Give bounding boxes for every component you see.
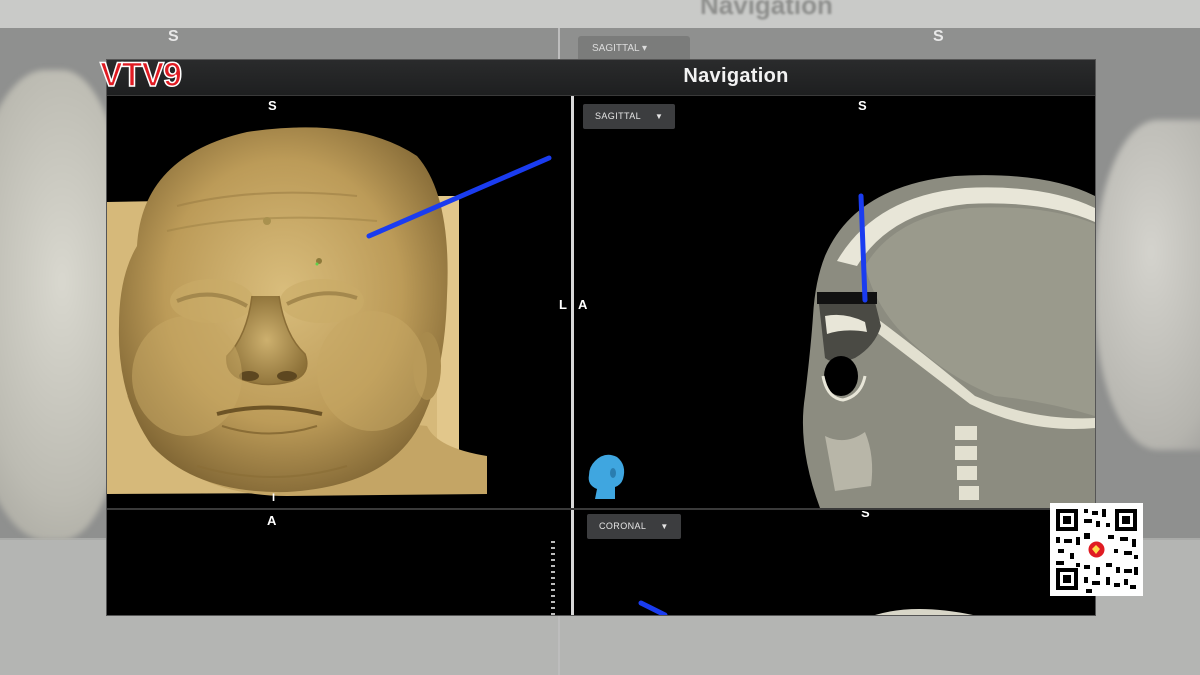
probe-line-3d: [366, 155, 552, 239]
orient-left-3d: L: [559, 297, 567, 312]
bg-superior-label-2: S: [933, 28, 944, 45]
horizontal-divider[interactable]: [107, 508, 1095, 510]
orient-superior-3d: S: [268, 98, 277, 113]
vtv9-logo: VTV9: [99, 55, 183, 94]
bg-ghost-dropdown-label: SAGITTAL: [592, 43, 640, 54]
orient-anterior-bottom: A: [267, 513, 277, 528]
bg-superior-label-1: S: [168, 28, 179, 45]
orient-inferior-3d: I: [272, 492, 276, 504]
view-sagittal[interactable]: SAGITTAL ▼ S A: [575, 96, 1095, 508]
qr-code-icon: [1050, 503, 1143, 596]
view-coronal[interactable]: CORONAL ▼ S: [575, 511, 1095, 615]
head-orientation-icon[interactable]: [585, 451, 629, 503]
bg-skull-ghost: [1095, 120, 1200, 450]
scale-ticks: [551, 541, 555, 615]
coronal-ct-image: [638, 600, 973, 615]
vertical-divider[interactable]: [571, 96, 574, 615]
bg-top-strip: [0, 0, 1200, 28]
probe-line-coronal: [638, 600, 668, 615]
navigation-screen: Navigation S L I SAGITTAL ▼ S A A CORONA…: [107, 60, 1095, 615]
bg-ghost-title: Navigation: [700, 0, 833, 20]
view-bottom-left[interactable]: A: [107, 511, 569, 615]
window-title: Navigation: [683, 65, 789, 87]
bg-ghost-dropdown: SAGITTAL ▾: [578, 36, 690, 62]
view-3d-render[interactable]: S L I: [107, 96, 569, 508]
title-bar: Navigation: [107, 60, 1095, 96]
logo-text: VTV9: [100, 56, 181, 94]
probe-line-sagittal: [858, 193, 868, 303]
